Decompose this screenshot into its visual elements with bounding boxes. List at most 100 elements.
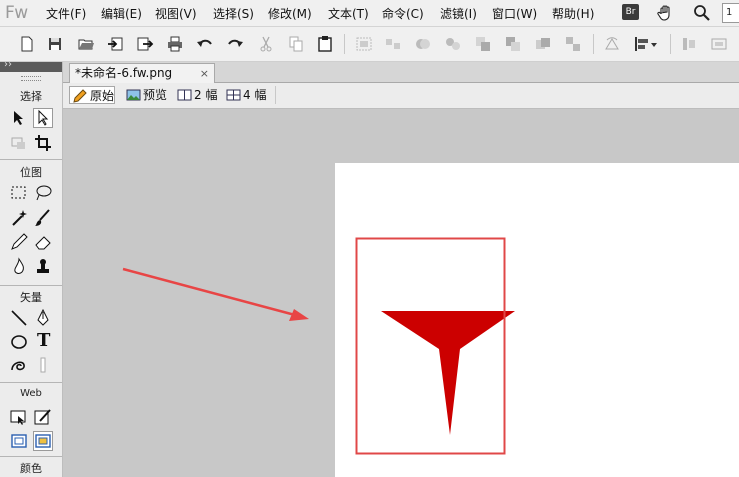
- import-icon[interactable]: [107, 35, 125, 53]
- tools-panel-header[interactable]: ››: [0, 59, 62, 72]
- export-icon[interactable]: [136, 35, 154, 53]
- freeform-icon: [11, 361, 25, 371]
- freeform-tool[interactable]: [9, 356, 29, 376]
- document-tab-bar: *未命名-6.fw.png ×: [63, 62, 739, 83]
- view-4up-label: 4 幅: [243, 88, 267, 102]
- line-icon: [11, 310, 27, 326]
- copy-icon[interactable]: [287, 35, 305, 53]
- selection-rectangle: [355, 237, 506, 455]
- paste-icon[interactable]: [316, 35, 334, 53]
- cut-icon[interactable]: [257, 35, 275, 53]
- menu-select[interactable]: 选择(S): [213, 5, 254, 22]
- send-to-back-icon[interactable]: [564, 35, 582, 53]
- subselection-tool[interactable]: [33, 108, 53, 128]
- scale-tool[interactable]: [9, 133, 29, 153]
- brush-tool[interactable]: [33, 208, 53, 228]
- show-slices-tool[interactable]: [33, 431, 53, 451]
- toolbar-separator: [344, 34, 345, 54]
- ellipse-shape-icon: [11, 335, 27, 349]
- tools-panel: ›› 选择 位图 矢量 T Web 颜色: [0, 59, 63, 477]
- redo-icon[interactable]: [226, 35, 244, 53]
- ungroup-icon[interactable]: [384, 35, 402, 53]
- menu-view[interactable]: 视图(V): [155, 5, 197, 22]
- marquee-icon: [11, 186, 26, 199]
- slice-tool[interactable]: [33, 407, 53, 427]
- menu-text[interactable]: 文本(T): [328, 5, 369, 22]
- view-4up-button[interactable]: 4 幅: [223, 86, 289, 104]
- text-tool-icon: T: [37, 330, 51, 351]
- main-toolbar: [0, 27, 739, 62]
- rubber-stamp-tool[interactable]: [33, 257, 53, 277]
- close-tab-icon[interactable]: ×: [200, 64, 209, 83]
- menu-commands[interactable]: 命令(C): [382, 5, 424, 22]
- canvas-workspace[interactable]: [63, 109, 739, 477]
- pen-nib-icon: [37, 308, 49, 326]
- section-label-select: 选择: [20, 90, 42, 103]
- menu-window[interactable]: 窗口(W): [492, 5, 537, 22]
- document-tab[interactable]: *未命名-6.fw.png ×: [69, 63, 215, 83]
- arrange-icon[interactable]: [710, 35, 728, 53]
- pointer-tool[interactable]: [9, 108, 29, 128]
- view-original-button[interactable]: 原始: [69, 86, 115, 104]
- hide-slices-icon: [11, 434, 27, 448]
- rotate-icon[interactable]: [603, 35, 621, 53]
- annotation-arrow-line: [122, 267, 296, 317]
- lasso-tool[interactable]: [33, 183, 53, 203]
- bring-to-front-icon[interactable]: [474, 35, 492, 53]
- print-icon[interactable]: [166, 35, 184, 53]
- distribute-icon[interactable]: [680, 35, 698, 53]
- shape-tool[interactable]: [9, 332, 29, 352]
- zoom-level-field[interactable]: 1: [722, 3, 739, 23]
- image-preview-icon: [126, 89, 141, 101]
- toolbar-separator: [593, 34, 594, 54]
- blur-icon: [14, 257, 24, 274]
- view-preview-label: 预览: [143, 88, 168, 102]
- marquee-tool[interactable]: [9, 183, 29, 203]
- crop-tool[interactable]: [33, 133, 53, 153]
- pencil-icon: [11, 233, 28, 250]
- collapse-panel-icon[interactable]: ››: [4, 59, 12, 70]
- pencil-tool[interactable]: [9, 232, 29, 252]
- eraser-tool[interactable]: [33, 232, 53, 252]
- save-icon[interactable]: [46, 35, 64, 53]
- menu-help[interactable]: 帮助(H): [552, 5, 594, 22]
- blur-tool[interactable]: [9, 257, 29, 277]
- menu-modify[interactable]: 修改(M): [268, 5, 312, 22]
- bridge-button[interactable]: Br: [622, 4, 639, 20]
- text-tool[interactable]: T: [33, 330, 53, 352]
- line-tool[interactable]: [9, 308, 29, 328]
- menu-file[interactable]: 文件(F): [46, 5, 86, 22]
- menu-filters[interactable]: 滤镜(I): [440, 5, 477, 22]
- align-dropdown-icon[interactable]: [633, 35, 659, 53]
- pen-tool[interactable]: [33, 308, 53, 328]
- send-backward-icon[interactable]: [534, 35, 552, 53]
- eraser-icon: [35, 236, 51, 250]
- menu-edit[interactable]: 编辑(E): [101, 5, 142, 22]
- panel-grip[interactable]: [21, 76, 41, 81]
- hotspot-tool[interactable]: [9, 407, 29, 427]
- section-divider: [0, 159, 62, 160]
- section-divider: [0, 382, 62, 383]
- undo-icon[interactable]: [196, 35, 214, 53]
- knife-tool[interactable]: [33, 356, 53, 376]
- open-folder-icon[interactable]: [77, 35, 95, 53]
- pointer-arrow-icon: [14, 111, 23, 125]
- viewbar-separator: [275, 86, 276, 104]
- view-original-label: 原始: [90, 89, 115, 103]
- funnel-shape[interactable]: [381, 311, 515, 435]
- join-icon[interactable]: [414, 35, 432, 53]
- section-divider: [0, 285, 62, 286]
- zoom-tool-icon[interactable]: [693, 4, 711, 22]
- magic-wand-tool[interactable]: [9, 208, 29, 228]
- two-up-icon: [177, 89, 192, 101]
- section-divider: [0, 456, 62, 457]
- section-label-bitmap: 位图: [20, 166, 42, 179]
- document-tab-title: *未命名-6.fw.png: [75, 66, 173, 80]
- new-file-icon[interactable]: [18, 35, 36, 53]
- section-label-web: Web: [20, 388, 42, 399]
- split-icon[interactable]: [444, 35, 462, 53]
- bring-forward-icon[interactable]: [504, 35, 522, 53]
- group-icon[interactable]: [355, 35, 373, 53]
- hide-slices-tool[interactable]: [9, 431, 29, 451]
- hand-tool-icon[interactable]: [657, 4, 675, 22]
